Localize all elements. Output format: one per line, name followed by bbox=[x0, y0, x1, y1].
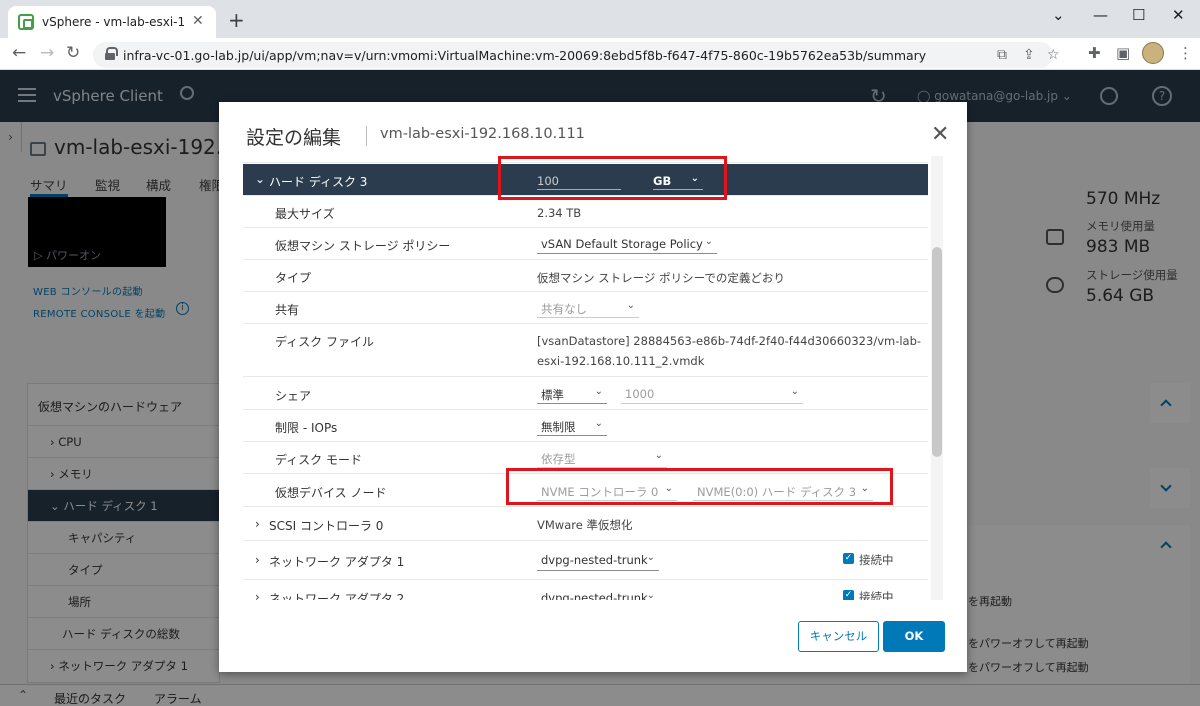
title-divider bbox=[366, 126, 367, 146]
device-node-label: 仮想デバイス ノード bbox=[275, 486, 387, 500]
expand-chevron-icon[interactable]: › bbox=[255, 553, 260, 567]
extensions-icon[interactable]: ✚ bbox=[1088, 44, 1101, 62]
address-toolbar: ← → ↻ infra-vc-01.go-lab.jp/ui/app/vm;na… bbox=[0, 38, 1200, 70]
address-bar[interactable]: infra-vc-01.go-lab.jp/ui/app/vm;nav=v/ur… bbox=[93, 42, 1060, 68]
new-tab-icon[interactable]: + bbox=[228, 8, 245, 32]
expand-chevron-icon[interactable]: ⌄ bbox=[255, 172, 265, 186]
highlight-device-node bbox=[506, 468, 893, 505]
reload-icon[interactable]: ↻ bbox=[66, 43, 80, 63]
ok-button[interactable]: OK bbox=[883, 621, 945, 652]
browser-tab-strip: vSphere - vm-lab-esxi-192.168.10 ✕ + ⌄ —… bbox=[0, 0, 1200, 38]
network-2-connected-checkbox[interactable]: ✓ bbox=[843, 590, 854, 600]
lock-icon[interactable] bbox=[105, 47, 118, 60]
iops-limit-label: 制限 - IOPs bbox=[275, 421, 338, 435]
shares-number-input[interactable]: 1000 ⌄ bbox=[621, 386, 803, 404]
network-1-select[interactable]: dvpg-nested-trunk ⌄ bbox=[537, 552, 659, 571]
close-icon[interactable]: ✕ bbox=[931, 122, 949, 147]
translate-icon[interactable]: ⧉ bbox=[997, 47, 1007, 63]
scsi-controller-value: VMware 準仮想化 bbox=[537, 518, 633, 532]
sharing-select[interactable]: 共有なし ⌄ bbox=[537, 300, 639, 318]
network-2-connected-label: 接続中 bbox=[859, 590, 894, 600]
row-sharing: 共有 共有なし ⌄ bbox=[243, 292, 928, 324]
chevron-down-icon[interactable]: ⌄ bbox=[1052, 6, 1065, 24]
forward-icon[interactable]: → bbox=[40, 43, 54, 63]
max-size-label: 最大サイズ bbox=[275, 207, 335, 221]
tab-title: vSphere - vm-lab-esxi-192.168.10 bbox=[42, 15, 184, 29]
type-label: タイプ bbox=[275, 271, 312, 285]
scsi-controller-label: SCSI コントローラ 0 bbox=[269, 519, 384, 533]
dialog-title: 設定の編集 bbox=[246, 127, 342, 149]
highlight-disk-size bbox=[498, 156, 727, 200]
row-storage-policy: 仮想マシン ストレージ ポリシー vSAN Default Storage Po… bbox=[243, 228, 928, 260]
row-iops-limit: 制限 - IOPs 無制限 ⌄ bbox=[243, 410, 928, 442]
max-size-value: 2.34 TB bbox=[537, 206, 582, 220]
network-adapter-1-label: ネットワーク アダプタ 1 bbox=[269, 555, 405, 569]
window-close-icon[interactable]: ✕ bbox=[1172, 6, 1185, 24]
network-1-connected-label: 接続中 bbox=[859, 553, 894, 567]
disk-file-label: ディスク ファイル bbox=[275, 335, 374, 349]
shares-select[interactable]: 標準 ⌄ bbox=[537, 386, 607, 404]
storage-policy-label: 仮想マシン ストレージ ポリシー bbox=[275, 239, 451, 253]
row-network-adapter-1[interactable]: › ネットワーク アダプタ 1 dvpg-nested-trunk ⌄ ✓ 接続中 bbox=[243, 541, 928, 580]
vsphere-favicon-icon bbox=[18, 14, 34, 30]
row-disk-file: ディスク ファイル [vsanDatastore] 28884563-e86b-… bbox=[243, 324, 928, 377]
settings-list: ⌄ ハード ディスク 3 100 GB ⌄ 最大サイズ 2.34 TB 仮想マシン… bbox=[243, 156, 945, 600]
type-value: 仮想マシン ストレージ ポリシーでの定義どおり bbox=[537, 271, 785, 285]
network-1-connected-checkbox[interactable]: ✓ bbox=[843, 553, 854, 564]
disk-file-path-line1: [vsanDatastore] 28884563-e86b-74df-2f40-… bbox=[537, 334, 922, 348]
network-2-select[interactable]: dvpg-nested-trunk ⌄ bbox=[537, 590, 659, 600]
disk-mode-label: ディスク モード bbox=[275, 453, 362, 467]
sharing-label: 共有 bbox=[275, 303, 300, 317]
tab-close-icon[interactable]: ✕ bbox=[192, 13, 204, 29]
row-network-adapter-2[interactable]: › ネットワーク アダプタ 2 dvpg-nested-trunk ⌄ ✓ 接続中 bbox=[243, 580, 928, 600]
hard-disk-3-label: ハード ディスク 3 bbox=[269, 175, 368, 189]
menu-kebab-icon[interactable]: ⋮ bbox=[1178, 44, 1193, 62]
cancel-button[interactable]: キャンセル bbox=[798, 621, 879, 652]
scrollbar-thumb[interactable] bbox=[932, 247, 942, 457]
browser-tab[interactable]: vSphere - vm-lab-esxi-192.168.10 ✕ bbox=[8, 6, 216, 38]
side-panel-icon[interactable]: ▣ bbox=[1116, 44, 1130, 62]
minimize-icon[interactable]: — bbox=[1093, 6, 1108, 24]
row-scsi-controller[interactable]: › SCSI コントローラ 0 VMware 準仮想化 bbox=[243, 507, 928, 541]
share-icon[interactable]: ⇪ bbox=[1023, 47, 1035, 63]
row-max-size: 最大サイズ 2.34 TB bbox=[243, 196, 928, 228]
back-icon[interactable]: ← bbox=[12, 43, 26, 63]
expand-chevron-icon[interactable]: › bbox=[255, 590, 260, 600]
maximize-icon[interactable]: ☐ bbox=[1132, 6, 1145, 24]
disk-mode-select[interactable]: 依存型 ⌄ bbox=[537, 450, 667, 468]
iops-limit-select[interactable]: 無制限 ⌄ bbox=[537, 418, 607, 436]
dialog-subtitle: vm-lab-esxi-192.168.10.111 bbox=[380, 126, 585, 142]
storage-policy-select[interactable]: vSAN Default Storage Policy ⌄ bbox=[537, 236, 717, 254]
network-adapter-2-label: ネットワーク アダプタ 2 bbox=[269, 592, 405, 600]
row-shares: シェア 標準 ⌄ 1000 ⌄ bbox=[243, 377, 928, 410]
row-type: タイプ 仮想マシン ストレージ ポリシーでの定義どおり bbox=[243, 260, 928, 292]
bookmark-star-icon[interactable]: ☆ bbox=[1047, 47, 1060, 63]
disk-file-path-line2: esxi-192.168.10.111_2.vmdk bbox=[537, 354, 705, 368]
url-text: infra-vc-01.go-lab.jp/ui/app/vm;nav=v/ur… bbox=[123, 48, 927, 63]
profile-avatar[interactable] bbox=[1142, 42, 1164, 64]
edit-settings-dialog: 設定の編集 vm-lab-esxi-192.168.10.111 ✕ ⌄ ハード… bbox=[219, 102, 967, 672]
expand-chevron-icon[interactable]: › bbox=[255, 517, 260, 531]
shares-label: シェア bbox=[275, 389, 312, 403]
